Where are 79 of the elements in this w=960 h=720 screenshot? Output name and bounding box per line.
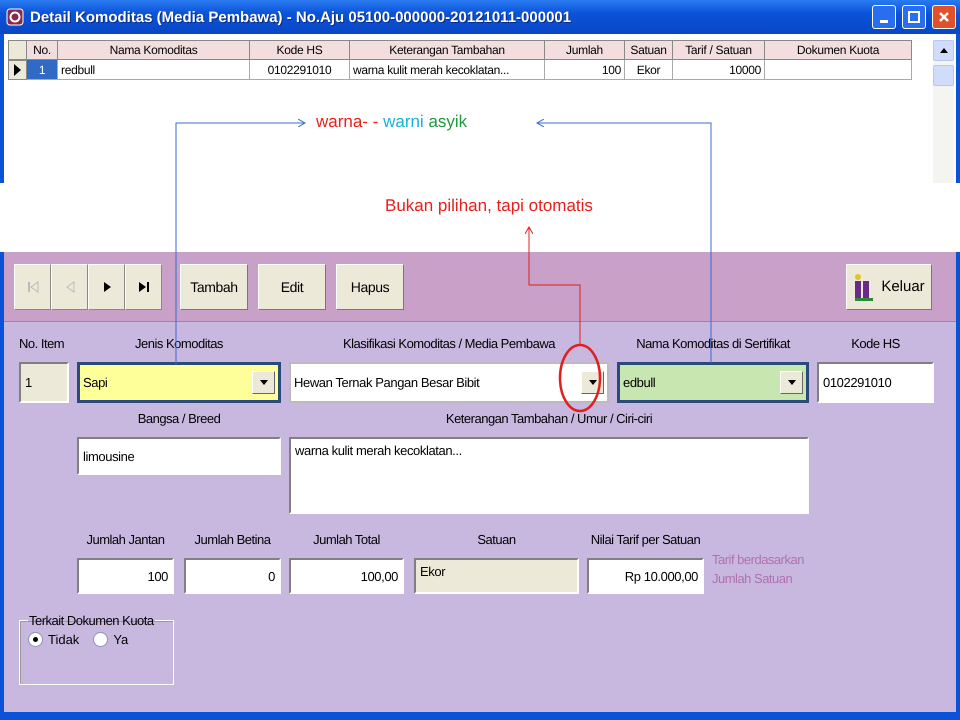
dropdown-button[interactable] (581, 371, 604, 394)
field-label: Nilai Tarif per Satuan (590, 532, 700, 549)
dropdown-button[interactable] (252, 371, 275, 394)
window-title: Detail Komoditas (Media Pembawa) - No.Aju 05100-000000-20121011-000001 (30, 8, 572, 26)
annotation-note: Bukan pilihan, tapi otomatis (385, 196, 593, 216)
text-field[interactable]: 0102291010 (817, 362, 934, 403)
radio-button[interactable] (28, 632, 43, 647)
annotation-text: warna- - warni asyik (316, 112, 468, 132)
number-field[interactable]: Rp 10.000,00 (587, 558, 704, 594)
toolbar-button[interactable]: Edit (258, 264, 326, 310)
caret-icon (588, 380, 596, 385)
readonly-field: 1 (19, 362, 69, 403)
app-icon (6, 8, 24, 26)
dropdown-field[interactable]: Sapi (77, 362, 281, 403)
text-area[interactable]: warna kulit merah kecoklatan... (289, 437, 809, 514)
field-label: No. Item (19, 336, 64, 353)
row-indicator[interactable] (8, 60, 27, 80)
text-field[interactable]: limousine (77, 437, 281, 475)
minimize-icon (880, 20, 888, 22)
scrollbar[interactable] (933, 40, 954, 183)
column-header[interactable]: Nama Komoditas (58, 40, 250, 60)
radio-dot-icon (33, 637, 38, 642)
minimize-button[interactable] (872, 5, 896, 29)
table-cell: redbull (58, 60, 250, 80)
previous-record-icon (64, 280, 74, 292)
last-record-icon (138, 280, 150, 292)
field-label: Jumlah Jantan (86, 532, 165, 549)
readonly-field: Ekor (414, 558, 579, 594)
caret-icon (940, 48, 948, 53)
header-corner (8, 40, 27, 60)
first-record-icon (26, 280, 38, 292)
nav-button[interactable] (88, 264, 125, 310)
scroll-thumb[interactable] (933, 65, 954, 86)
radio-option[interactable]: Tidak (28, 632, 80, 647)
field-label: Jumlah Betina (194, 532, 270, 549)
caret-icon (260, 380, 268, 385)
field-label: Jumlah Total (313, 532, 380, 549)
caret-icon (788, 380, 796, 385)
table-cell: warna kulit merah kecoklatan... (350, 60, 545, 80)
tariff-note: Tarif berdasarkan Jumlah Satuan (712, 551, 805, 588)
next-record-icon (102, 280, 112, 292)
number-field[interactable]: 0 (184, 558, 281, 594)
column-header[interactable]: No. (27, 40, 58, 60)
nav-button[interactable] (125, 264, 162, 310)
column-header[interactable]: Dokumen Kuota (765, 40, 912, 60)
highlight-circle (558, 344, 602, 412)
toolbar-button[interactable]: Tambah (180, 264, 248, 310)
table-cell: 10000 (673, 60, 765, 80)
scroll-up-button[interactable] (933, 40, 954, 61)
column-header[interactable]: Tarif / Satuan (673, 40, 765, 60)
number-field[interactable]: 100 (77, 558, 174, 594)
dropdown-field[interactable]: Hewan Ternak Pangan Besar Bibit (289, 362, 609, 403)
table-cell: 100 (545, 60, 625, 80)
table-cell: 1 (27, 60, 58, 80)
column-header[interactable]: Satuan (625, 40, 673, 60)
field-label: Keterangan Tambahan / Umur / Ciri-ciri (446, 411, 652, 428)
radio-option[interactable]: Ya (93, 632, 128, 647)
radio-button[interactable] (93, 632, 108, 647)
close-icon (938, 11, 950, 23)
field-label: Bangsa / Breed (138, 411, 220, 428)
table-cell: Ekor (625, 60, 673, 80)
field-label: Satuan (477, 532, 516, 549)
exit-door-icon (853, 272, 876, 300)
dropdown-field[interactable]: edbull (617, 362, 809, 403)
exit-button[interactable]: Keluar (846, 264, 932, 310)
table-cell: 0102291010 (250, 60, 350, 80)
column-header[interactable]: Kode HS (250, 40, 350, 60)
current-row-icon (14, 64, 21, 76)
maximize-icon (908, 11, 920, 23)
number-field[interactable]: 100,00 (289, 558, 404, 594)
maximize-button[interactable] (902, 5, 926, 29)
column-header[interactable]: Jumlah (545, 40, 625, 60)
toolbar-button[interactable]: Hapus (336, 264, 404, 310)
group-title: Terkait Dokumen Kuota (28, 613, 155, 628)
column-header[interactable]: Keterangan Tambahan (350, 40, 545, 60)
dropdown-button[interactable] (780, 371, 803, 394)
field-label: Klasifikasi Komoditas / Media Pembawa (343, 336, 555, 353)
close-button[interactable] (932, 5, 956, 29)
field-label: Kode HS (851, 336, 900, 353)
